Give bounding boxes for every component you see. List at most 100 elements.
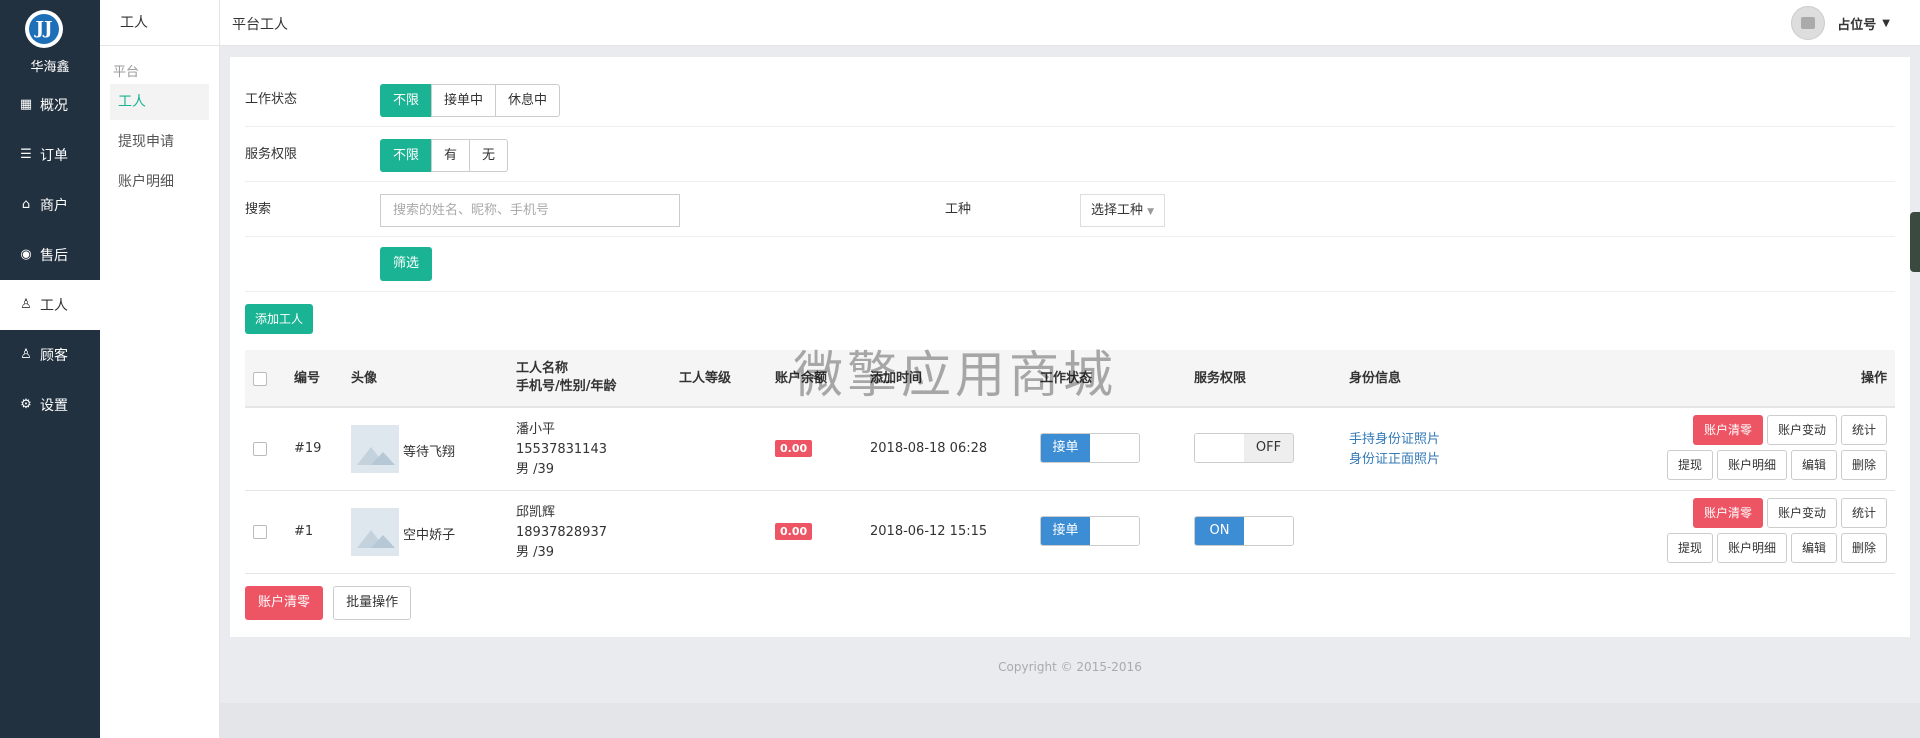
service-toggle[interactable]: OFF <box>1194 433 1294 463</box>
subnav-item-account-detail[interactable]: 账户明细 <box>110 164 209 200</box>
sidebar-item-label: 商户 <box>40 198 68 214</box>
subnav-item-withdraw[interactable]: 提现申请 <box>110 124 209 160</box>
select-all-checkbox[interactable] <box>253 372 267 386</box>
work-status-any[interactable]: 不限 <box>380 84 433 117</box>
subnav-title: 工人 <box>100 0 219 46</box>
added-time: 2018-06-12 15:15 <box>870 524 988 539</box>
row-id: #19 <box>294 441 322 456</box>
th-name-line2: 手机号/性别/年龄 <box>516 379 617 394</box>
footer-copyright: Copyright © 2015-2016 <box>998 660 1142 674</box>
th-id: 编号 <box>294 371 321 386</box>
balance-badge: 0.00 <box>775 523 813 540</box>
stats-button[interactable]: 统计 <box>1840 415 1887 445</box>
balance-badge: 0.00 <box>775 440 813 457</box>
delete-button[interactable]: 删除 <box>1840 450 1887 480</box>
avatar[interactable] <box>1791 6 1826 40</box>
withdraw-button[interactable]: 提现 <box>1666 533 1713 563</box>
top-header: 平台工人 占位号 ▼ <box>220 0 1920 46</box>
service-yes[interactable]: 有 <box>431 139 471 172</box>
delete-button[interactable]: 删除 <box>1840 533 1887 563</box>
id-photo-front-link[interactable]: 身份证正面照片 <box>1349 450 1440 470</box>
withdraw-button[interactable]: 提现 <box>1666 450 1713 480</box>
work-status-resting[interactable]: 休息中 <box>495 84 561 117</box>
sidebar-item-label: 售后 <box>40 248 68 264</box>
work-status-toggle[interactable]: 接单 <box>1040 516 1140 546</box>
service-no[interactable]: 无 <box>469 139 509 172</box>
bulk-actions: 账户清零 批量操作 <box>245 586 412 620</box>
sidebar-item-orders[interactable]: ☰ 订单 <box>0 130 100 180</box>
th-service: 服务权限 <box>1194 371 1247 386</box>
stats-button[interactable]: 统计 <box>1840 498 1887 528</box>
sidebar-item-label: 订单 <box>40 148 68 164</box>
user-menu[interactable]: 占位号 ▼ <box>1791 6 1890 40</box>
worker-nickname: 等待飞翔 <box>403 445 456 460</box>
th-name-line1: 工人名称 <box>516 361 569 376</box>
document-icon: ☰ <box>20 147 32 162</box>
bulk-clear-button[interactable]: 账户清零 <box>245 586 324 620</box>
dashboard-icon: ▦ <box>19 97 33 112</box>
th-ops: 操作 <box>1860 371 1887 386</box>
service-toggle[interactable]: ON <box>1194 516 1294 546</box>
account-change-button[interactable]: 账户变动 <box>1766 415 1837 445</box>
toggle-label: 接单 <box>1041 517 1090 545</box>
account-detail-button[interactable]: 账户明细 <box>1716 450 1787 480</box>
balance-value: 0.00 <box>775 523 813 540</box>
worker-info: 邱凯辉 18937828937 男 /39 <box>516 503 607 563</box>
sidebar-item-customers[interactable]: ♙ 顾客 <box>0 330 100 380</box>
chevron-down-icon: ▼ <box>1147 207 1155 217</box>
filter-label: 工作状态 <box>245 92 298 107</box>
type-label: 工种 <box>945 202 972 217</box>
work-status-group: 不限 接单中 休息中 <box>380 84 561 117</box>
user-icon: ♙ <box>20 297 32 312</box>
identity-links: 手持身份证照片 身份证正面照片 <box>1349 430 1440 470</box>
clear-account-button[interactable]: 账户清零 <box>1692 415 1763 445</box>
id-photo-hand-link[interactable]: 手持身份证照片 <box>1349 430 1440 450</box>
search-input[interactable] <box>380 194 680 227</box>
toggle-label: ON <box>1195 517 1244 545</box>
sidebar-item-aftersale[interactable]: ◉ 售后 <box>0 230 100 280</box>
filter-search: 搜索 工种 选择工种 ▼ <box>245 182 1895 237</box>
work-status-toggle[interactable]: 接单 <box>1040 433 1140 463</box>
user-name[interactable]: 占位号 <box>1837 14 1876 33</box>
account-detail-button[interactable]: 账户明细 <box>1716 533 1787 563</box>
sidebar-item-merchants[interactable]: ⌂ 商户 <box>0 180 100 230</box>
side-handle[interactable] <box>1910 212 1920 272</box>
worker-phone: 18937828937 <box>516 525 607 540</box>
filter-service: 服务权限 不限 有 无 <box>245 127 1895 182</box>
filter-label: 服务权限 <box>245 147 298 162</box>
worker-info: 潘小平 15537831143 男 /39 <box>516 420 607 480</box>
subnav-item-workers[interactable]: 工人 <box>110 84 209 120</box>
filter-button[interactable]: 筛选 <box>380 247 433 281</box>
table-row: #19 等待飞翔 潘小平 15537831143 男 /39 0.00 2018… <box>245 408 1895 491</box>
sidebar-item-settings[interactable]: ⚙ 设置 <box>0 380 100 430</box>
row-actions: 账户清零 账户变动 统计 提现 账户明细 编辑 删除 <box>1663 415 1887 480</box>
edit-button[interactable]: 编辑 <box>1790 533 1837 563</box>
brand-logo[interactable]: JJ <box>25 10 63 48</box>
batch-operation-button[interactable]: 批量操作 <box>333 586 412 620</box>
edit-button[interactable]: 编辑 <box>1790 450 1837 480</box>
main-sidebar: JJ 华海鑫 ▦ 概况 ☰ 订单 ⌂ 商户 ◉ 售后 ♙ 工人 ♙ 顾客 ⚙ 设置 <box>0 0 100 738</box>
filter-work-status: 工作状态 不限 接单中 休息中 <box>245 72 1895 127</box>
chevron-down-icon[interactable]: ▼ <box>1882 18 1890 29</box>
gear-icon: ⚙ <box>20 397 32 412</box>
account-change-button[interactable]: 账户变动 <box>1766 498 1837 528</box>
customer-icon: ♙ <box>20 347 32 362</box>
sidebar-nav: ▦ 概况 ☰ 订单 ⌂ 商户 ◉ 售后 ♙ 工人 ♙ 顾客 ⚙ 设置 <box>0 80 100 430</box>
row-actions: 账户清零 账户变动 统计 提现 账户明细 编辑 删除 <box>1663 498 1887 563</box>
sidebar-item-label: 顾客 <box>40 348 68 364</box>
add-worker-button[interactable]: 添加工人 <box>245 304 314 334</box>
worker-gender-age: 男 /39 <box>516 462 555 477</box>
service-any[interactable]: 不限 <box>380 139 433 172</box>
sidebar-item-label: 工人 <box>40 298 68 314</box>
worker-avatar <box>351 508 399 556</box>
type-select[interactable]: 选择工种 ▼ <box>1080 194 1166 227</box>
brand-name: 华海鑫 <box>30 60 70 75</box>
sidebar-item-overview[interactable]: ▦ 概况 <box>0 80 100 130</box>
table-row: #1 空中娇子 邱凯辉 18937828937 男 /39 0.00 2018-… <box>245 491 1895 574</box>
th-identity: 身份信息 <box>1349 371 1402 386</box>
clear-account-button[interactable]: 账户清零 <box>1692 498 1763 528</box>
work-status-accepting[interactable]: 接单中 <box>431 84 497 117</box>
sidebar-item-workers[interactable]: ♙ 工人 <box>0 280 100 330</box>
row-checkbox[interactable] <box>253 442 267 456</box>
row-checkbox[interactable] <box>253 525 267 539</box>
